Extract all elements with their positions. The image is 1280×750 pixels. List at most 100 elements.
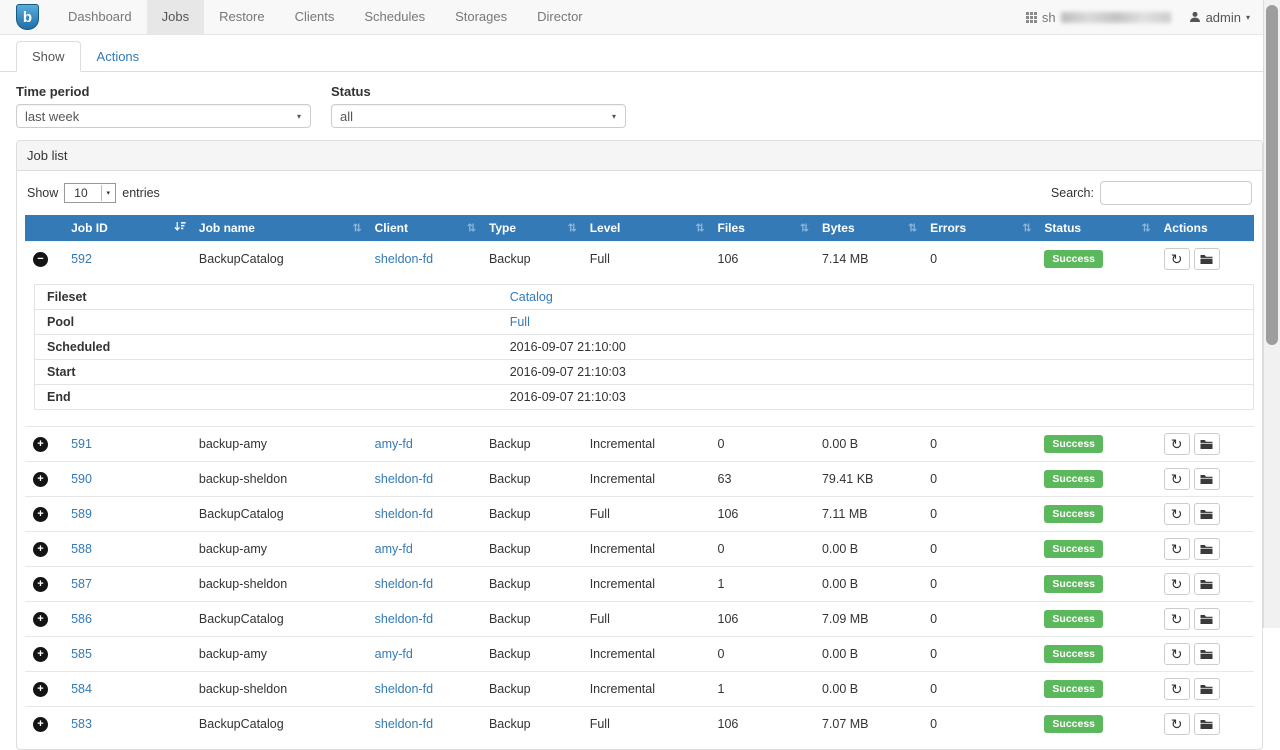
client-link[interactable]: sheldon-fd [375,682,433,696]
expand-row-icon[interactable]: + [33,682,48,697]
client-link[interactable]: sheldon-fd [375,472,433,486]
column-header-actions[interactable]: Actions [1156,215,1254,242]
search-box: Search: [1051,181,1252,205]
page-length-select[interactable]: 10 ▾ [64,183,116,203]
chevron-down-icon: ▾ [101,185,114,201]
expand-row-icon[interactable]: + [33,542,48,557]
job-files-button[interactable] [1194,248,1220,270]
job-files-button[interactable] [1194,573,1220,595]
nav-item-schedules[interactable]: Schedules [349,0,440,34]
job-id-link[interactable]: 587 [71,577,92,591]
user-menu[interactable]: admin ▾ [1189,10,1250,25]
job-id-link[interactable]: 592 [71,252,92,266]
column-header-files[interactable]: Files⇅ [710,215,814,242]
restart-icon: ↻ [1171,472,1183,486]
client-link[interactable]: sheldon-fd [375,612,433,626]
sort-both-icon: ⇅ [800,222,809,235]
scrollbar-thumb[interactable] [1266,5,1278,345]
tab-actions[interactable]: Actions [81,41,156,72]
restart-job-button[interactable]: ↻ [1164,643,1190,665]
job-id-link[interactable]: 588 [71,542,92,556]
client-link[interactable]: sheldon-fd [375,252,433,266]
nav-item-clients[interactable]: Clients [280,0,350,34]
folder-icon [1200,684,1213,695]
job-files-button[interactable] [1194,538,1220,560]
sort-both-icon: ⇅ [1022,222,1031,235]
expand-row-icon[interactable]: + [33,717,48,732]
job-id-link[interactable]: 584 [71,682,92,696]
status-select[interactable]: all ▾ [331,104,626,128]
restart-job-button[interactable]: ↻ [1164,468,1190,490]
expand-row-icon[interactable]: + [33,577,48,592]
job-files-button[interactable] [1194,503,1220,525]
actions-cell: ↻ [1156,602,1254,637]
expand-row-icon[interactable]: + [33,472,48,487]
job-files-button[interactable] [1194,643,1220,665]
app-logo[interactable]: b [16,4,39,30]
restart-job-button[interactable]: ↻ [1164,608,1190,630]
column-header-bytes[interactable]: Bytes⇅ [814,215,922,242]
restart-job-button[interactable]: ↻ [1164,433,1190,455]
expand-row-icon[interactable]: + [33,507,48,522]
client-link[interactable]: amy-fd [375,437,413,451]
search-input[interactable] [1100,181,1252,205]
client-cell: amy-fd [367,532,481,567]
status-cell: Success [1036,242,1155,277]
job-name-cell: backup-amy [191,637,367,672]
client-link[interactable]: sheldon-fd [375,577,433,591]
job-id-link[interactable]: 583 [71,717,92,731]
restart-job-button[interactable]: ↻ [1164,573,1190,595]
client-link[interactable]: sheldon-fd [375,717,433,731]
table-row: +589BackupCatalogsheldon-fdBackupFull106… [25,497,1254,532]
job-files-button[interactable] [1194,608,1220,630]
tab-show[interactable]: Show [16,41,81,72]
job-id-link[interactable]: 590 [71,472,92,486]
client-cell: sheldon-fd [367,707,481,742]
restart-job-button[interactable]: ↻ [1164,538,1190,560]
expand-row-icon[interactable]: + [33,437,48,452]
nav-item-director[interactable]: Director [522,0,598,34]
restart-job-button[interactable]: ↻ [1164,713,1190,735]
expand-row-icon[interactable]: + [33,612,48,627]
host-selector[interactable]: sh [1026,10,1171,25]
job-files-button[interactable] [1194,713,1220,735]
column-header-level[interactable]: Level⇅ [582,215,710,242]
job-files-button[interactable] [1194,468,1220,490]
restart-icon: ↻ [1171,612,1183,626]
nav-item-storages[interactable]: Storages [440,0,522,34]
client-link[interactable]: amy-fd [375,542,413,556]
actions-cell: ↻ [1156,242,1254,277]
column-header-errors[interactable]: Errors⇅ [922,215,1036,242]
nav-item-jobs[interactable]: Jobs [147,0,204,34]
table-row: +585backup-amyamy-fdBackupIncremental00.… [25,637,1254,672]
nav-item-restore[interactable]: Restore [204,0,280,34]
nav-item-dashboard[interactable]: Dashboard [53,0,147,34]
column-header-status[interactable]: Status⇅ [1036,215,1155,242]
client-link[interactable]: amy-fd [375,647,413,661]
collapse-row-icon[interactable]: − [33,252,48,267]
job-id-link[interactable]: 589 [71,507,92,521]
column-header-type[interactable]: Type⇅ [481,215,582,242]
detail-value-link[interactable]: Catalog [510,290,553,304]
expand-cell: + [25,602,63,637]
job-files-button[interactable] [1194,433,1220,455]
column-header-job-name[interactable]: Job name⇅ [191,215,367,242]
time-period-select[interactable]: last week ▾ [16,104,311,128]
files-cell: 1 [710,672,814,707]
restart-job-button[interactable]: ↻ [1164,678,1190,700]
detail-value-link[interactable]: Full [510,315,530,329]
restart-job-button[interactable]: ↻ [1164,503,1190,525]
job-id-link[interactable]: 586 [71,612,92,626]
job-files-button[interactable] [1194,678,1220,700]
job-id-link[interactable]: 591 [71,437,92,451]
column-header-client[interactable]: Client⇅ [367,215,481,242]
restart-job-button[interactable]: ↻ [1164,248,1190,270]
status-cell: Success [1036,532,1155,567]
expand-row-icon[interactable]: + [33,647,48,662]
baculum-logo-icon: b [16,4,39,30]
host-name-blurred [1061,12,1171,23]
job-id-link[interactable]: 585 [71,647,92,661]
folder-icon [1200,614,1213,625]
client-link[interactable]: sheldon-fd [375,507,433,521]
column-header-job-id[interactable]: Job ID [63,215,191,242]
